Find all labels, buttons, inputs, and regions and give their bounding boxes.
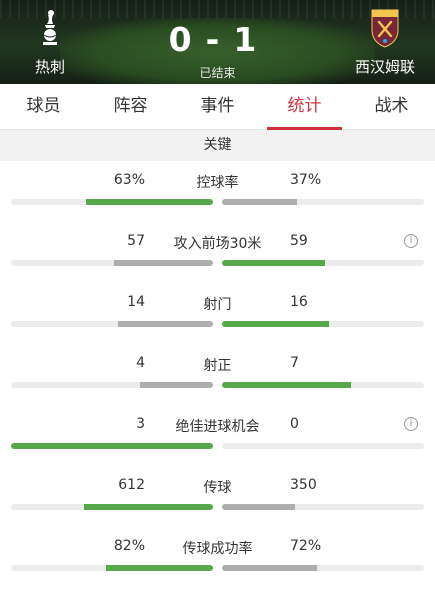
stat-label: 传球 xyxy=(203,480,232,496)
away-stat-bar xyxy=(222,260,424,266)
away-stat-bar-fill xyxy=(222,382,352,388)
home-stat-bar-fill xyxy=(105,565,213,571)
stat-row: 63% 控球率 37% xyxy=(0,161,435,222)
home-stat-bar-fill xyxy=(83,504,213,510)
stat-row: 3 绝佳进球机会 0 i xyxy=(0,405,435,466)
away-stat-bar-fill xyxy=(222,199,297,205)
stat-row: 4 射正 7 xyxy=(0,344,435,405)
west-ham-crest-icon xyxy=(371,9,399,48)
away-stat-bar xyxy=(222,321,424,327)
away-stat-bar-fill xyxy=(222,321,330,327)
away-stat-value: 350 xyxy=(290,477,317,493)
home-stat-bar xyxy=(11,321,213,327)
score-separator: - xyxy=(205,20,230,59)
away-stat-value: 59 xyxy=(290,233,308,249)
stat-values: 57 攻入前场30米 59 i xyxy=(0,233,435,253)
away-stat-value: 72% xyxy=(290,538,322,554)
away-stat-bar-fill xyxy=(222,565,317,571)
stat-row: 612 传球 350 xyxy=(0,466,435,527)
stat-label: 射正 xyxy=(203,358,232,374)
home-stat-bar xyxy=(11,199,213,205)
info-icon[interactable]: i xyxy=(404,234,418,248)
home-stat-bar-fill xyxy=(114,260,213,266)
stat-values: 14 射门 16 xyxy=(0,294,435,314)
away-stat-bar xyxy=(222,565,424,571)
away-stat-bar xyxy=(222,382,424,388)
home-stat-bar xyxy=(11,443,213,449)
home-stat-bar xyxy=(11,565,213,571)
stat-label: 射门 xyxy=(203,297,232,313)
tab-lineup[interactable]: 阵容 xyxy=(87,84,174,129)
home-stat-bar-fill xyxy=(11,443,213,449)
home-stat-bar-fill xyxy=(140,382,213,388)
stat-label: 控球率 xyxy=(196,175,239,191)
away-stat-value: 0 xyxy=(290,416,299,432)
stat-row: 57 攻入前场30米 59 i xyxy=(0,222,435,283)
away-team[interactable]: 西汉姆联 xyxy=(335,8,435,76)
tab-tactics[interactable]: 战术 xyxy=(348,84,435,129)
stat-label: 绝佳进球机会 xyxy=(175,419,260,435)
away-stat-bar xyxy=(222,443,424,449)
away-stat-bar-fill xyxy=(222,260,326,266)
away-stat-value: 7 xyxy=(290,355,299,371)
info-icon[interactable]: i xyxy=(404,417,418,431)
stat-values: 4 射正 7 xyxy=(0,355,435,375)
home-stat-bar xyxy=(11,504,213,510)
away-stat-bar xyxy=(222,199,424,205)
match-tabs: 球员 阵容 事件 统计 战术 xyxy=(0,84,435,130)
stat-row: 82% 传球成功率 72% xyxy=(0,527,435,588)
stat-row: 14 射门 16 xyxy=(0,283,435,344)
away-stat-bar-fill xyxy=(222,504,295,510)
away-stat-value: 16 xyxy=(290,294,308,310)
stat-values: 63% 控球率 37% xyxy=(0,172,435,192)
home-stat-bar xyxy=(11,382,213,388)
home-stat-bar-fill xyxy=(118,321,213,327)
home-stat-bar xyxy=(11,260,213,266)
away-team-name: 西汉姆联 xyxy=(354,58,415,76)
stat-label: 传球成功率 xyxy=(182,541,253,557)
tab-events[interactable]: 事件 xyxy=(174,84,261,129)
home-score: 0 xyxy=(168,20,202,59)
away-stat-value: 37% xyxy=(290,172,322,188)
stat-values: 612 传球 350 xyxy=(0,477,435,497)
stats-list: 63% 控球率 37% 57 攻入前场30米 59 i 14 射门 16 4 射… xyxy=(0,161,435,588)
stat-values: 82% 传球成功率 72% xyxy=(0,538,435,558)
section-header-key: 关键 xyxy=(0,130,435,161)
stat-values: 3 绝佳进球机会 0 i xyxy=(0,416,435,436)
tab-players[interactable]: 球员 xyxy=(0,84,87,129)
away-stat-bar xyxy=(222,504,424,510)
home-stat-bar-fill xyxy=(85,199,213,205)
away-score: 1 xyxy=(233,20,267,59)
match-header: 热刺 0-1 已结束 西汉姆联 xyxy=(0,0,435,84)
tab-stats[interactable]: 统计 xyxy=(261,84,348,130)
stat-label: 攻入前场30米 xyxy=(173,236,262,252)
